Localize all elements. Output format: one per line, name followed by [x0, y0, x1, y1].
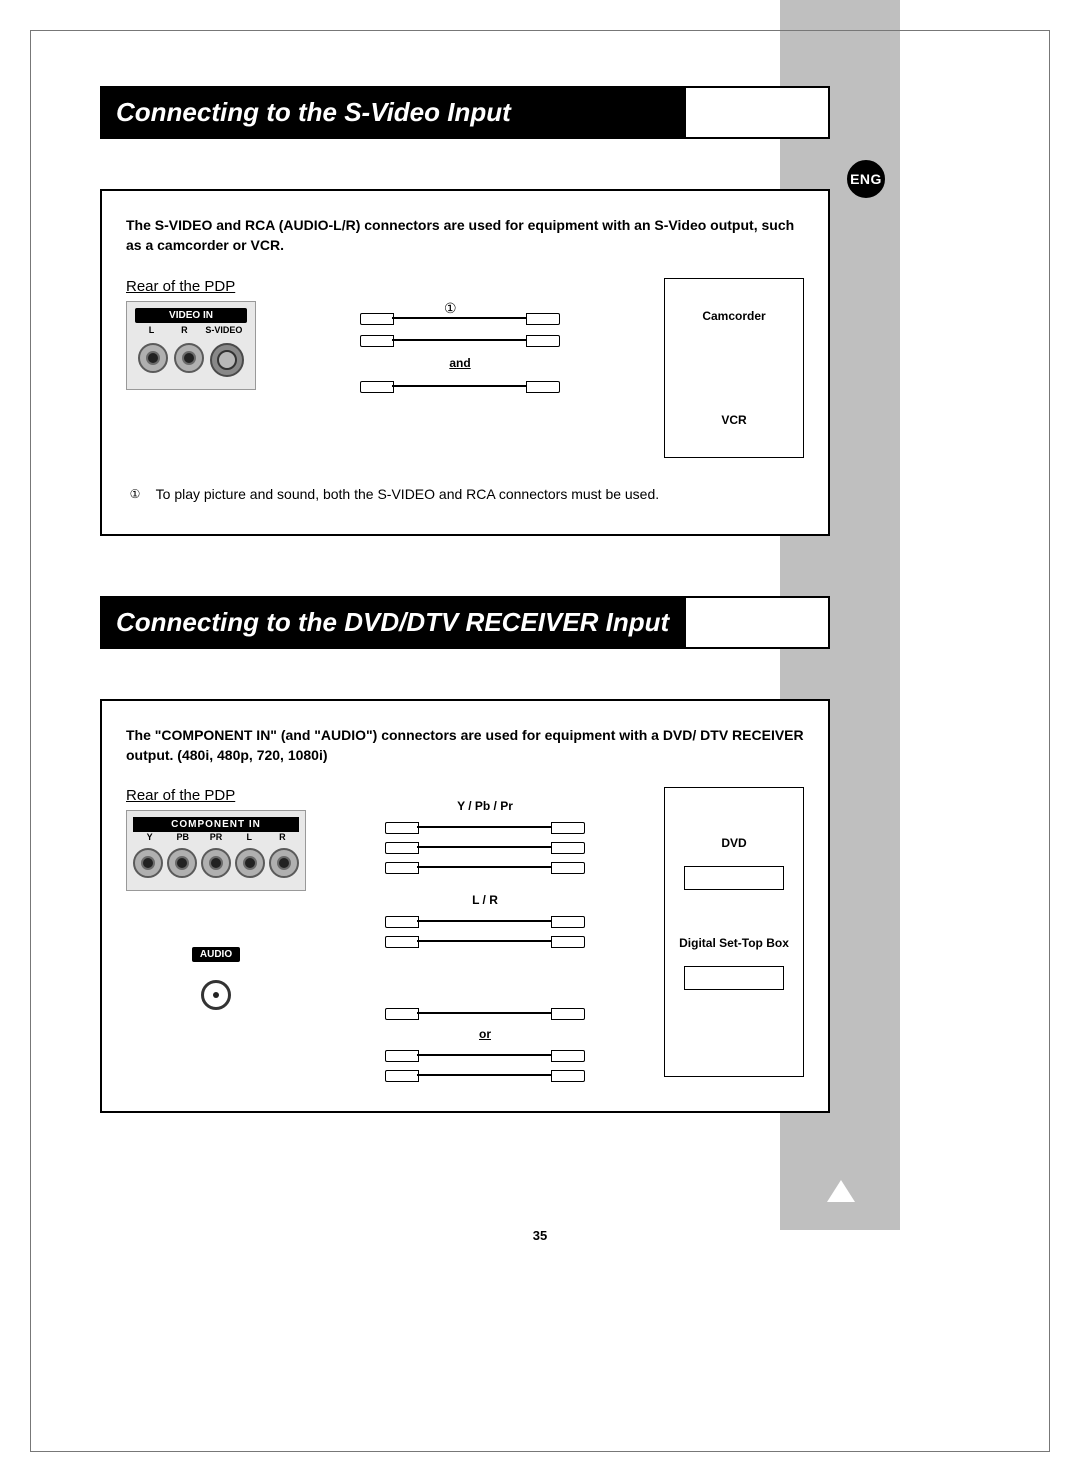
- audio-header: AUDIO: [192, 947, 240, 962]
- videoin-panel: VIDEO IN L R S-VIDEO: [126, 301, 256, 390]
- section1-note: ① To play picture and sound, both the S-…: [126, 486, 804, 504]
- jack-label-r: R: [266, 832, 299, 842]
- jack-label-svideo: S-VIDEO: [201, 323, 247, 337]
- component-panel-label: Rear of the PDP: [126, 787, 306, 804]
- componentin-header: COMPONENT IN: [133, 817, 299, 832]
- device-camcorder: Camcorder: [702, 309, 765, 323]
- rca-l-icon: [235, 848, 265, 878]
- jack-label-l: L: [233, 832, 266, 842]
- page-content: Connecting to the S-Video Input The S-VI…: [100, 86, 830, 1173]
- section2-cables: Y / Pb / Pr L / R or: [330, 787, 640, 1081]
- section2-diagram: Rear of the PDP COMPONENT IN Y PB PR L R: [126, 787, 804, 1081]
- device-dvd: DVD: [721, 836, 746, 850]
- component-cable-icon: [385, 861, 585, 873]
- audio-panel: AUDIO: [186, 947, 246, 1010]
- device-stb: Digital Set-Top Box: [679, 936, 789, 950]
- device-vcr: VCR: [721, 413, 746, 427]
- audio-cable-icon: [385, 935, 585, 947]
- jack-label-y: Y: [133, 832, 166, 842]
- section2-title-tail: [684, 598, 828, 647]
- alt-audio-group: or: [385, 1007, 585, 1081]
- section2-title-bar: Connecting to the DVD/DTV RECEIVER Input: [100, 596, 830, 649]
- minijack-cable-icon: [385, 1007, 585, 1019]
- videoin-header: VIDEO IN: [135, 308, 247, 323]
- dvd-player-icon: [684, 866, 784, 890]
- rca-r-icon: [174, 343, 204, 373]
- jack-label-r: R: [168, 323, 201, 337]
- section1-note-text: To play picture and sound, both the S-VI…: [156, 486, 660, 502]
- note-marker-1: ①: [126, 485, 144, 503]
- section1-devices: Camcorder VCR: [664, 278, 804, 458]
- section2-intro: The "COMPONENT IN" (and "AUDIO") connect…: [126, 725, 804, 766]
- section2-box: The "COMPONENT IN" (and "AUDIO") connect…: [100, 699, 830, 1114]
- section1-intro: The S-VIDEO and RCA (AUDIO-L/R) connecto…: [126, 215, 804, 256]
- rca-pr-icon: [201, 848, 231, 878]
- component-sublabels: Y PB PR L R: [133, 832, 299, 842]
- svideo-cable-icon: [360, 380, 560, 392]
- rca-l-icon: [138, 343, 168, 373]
- svideo-jack-icon: [210, 343, 244, 377]
- jack-label-l: L: [135, 323, 168, 337]
- page-number: 35: [0, 1228, 1080, 1243]
- jack-label-pr: PR: [199, 832, 232, 842]
- rca-y-icon: [133, 848, 163, 878]
- pdp-panel: Rear of the PDP VIDEO IN L R S-VIDEO: [126, 278, 256, 390]
- lr-label: L / R: [472, 893, 498, 907]
- section2-title: Connecting to the DVD/DTV RECEIVER Input: [102, 598, 687, 647]
- component-jacks: [133, 848, 299, 878]
- rca-cable-icon: [360, 312, 560, 324]
- language-badge: ENG: [847, 160, 885, 198]
- section1-title-tail: [684, 88, 828, 137]
- audio-cable-icon: [385, 915, 585, 927]
- section1-title: Connecting to the S-Video Input: [102, 88, 529, 137]
- lr-group: L / R: [385, 893, 585, 947]
- ypbpr-group: Y / Pb / Pr: [385, 799, 585, 873]
- section1-box: The S-VIDEO and RCA (AUDIO-L/R) connecto…: [100, 189, 830, 536]
- audio-jack-icon: [201, 980, 231, 1010]
- component-panel-block: Rear of the PDP COMPONENT IN Y PB PR L R: [126, 787, 306, 1010]
- component-cable-icon: [385, 821, 585, 833]
- set-top-box-icon: [684, 966, 784, 990]
- videoin-sublabels: L R S-VIDEO: [135, 323, 247, 337]
- section1-title-bar: Connecting to the S-Video Input: [100, 86, 830, 139]
- rca-pb-icon: [167, 848, 197, 878]
- videoin-jacks: [135, 343, 247, 377]
- section1-diagram: Rear of the PDP VIDEO IN L R S-VIDEO ①: [126, 278, 804, 458]
- minijack-rca-cable-icon: [385, 1049, 585, 1061]
- component-cable-icon: [385, 841, 585, 853]
- or-label: or: [479, 1027, 491, 1041]
- minijack-rca-cable-icon: [385, 1069, 585, 1081]
- rca-cable-icon: [360, 334, 560, 346]
- pdp-panel-label: Rear of the PDP: [126, 278, 256, 295]
- rca-r-icon: [269, 848, 299, 878]
- component-panel: COMPONENT IN Y PB PR L R: [126, 810, 306, 891]
- section2-devices: DVD Digital Set-Top Box: [664, 787, 804, 1077]
- and-label: and: [449, 356, 470, 370]
- jack-label-pb: PB: [166, 832, 199, 842]
- ypbpr-label: Y / Pb / Pr: [457, 799, 513, 813]
- section1-cables: and: [280, 278, 640, 392]
